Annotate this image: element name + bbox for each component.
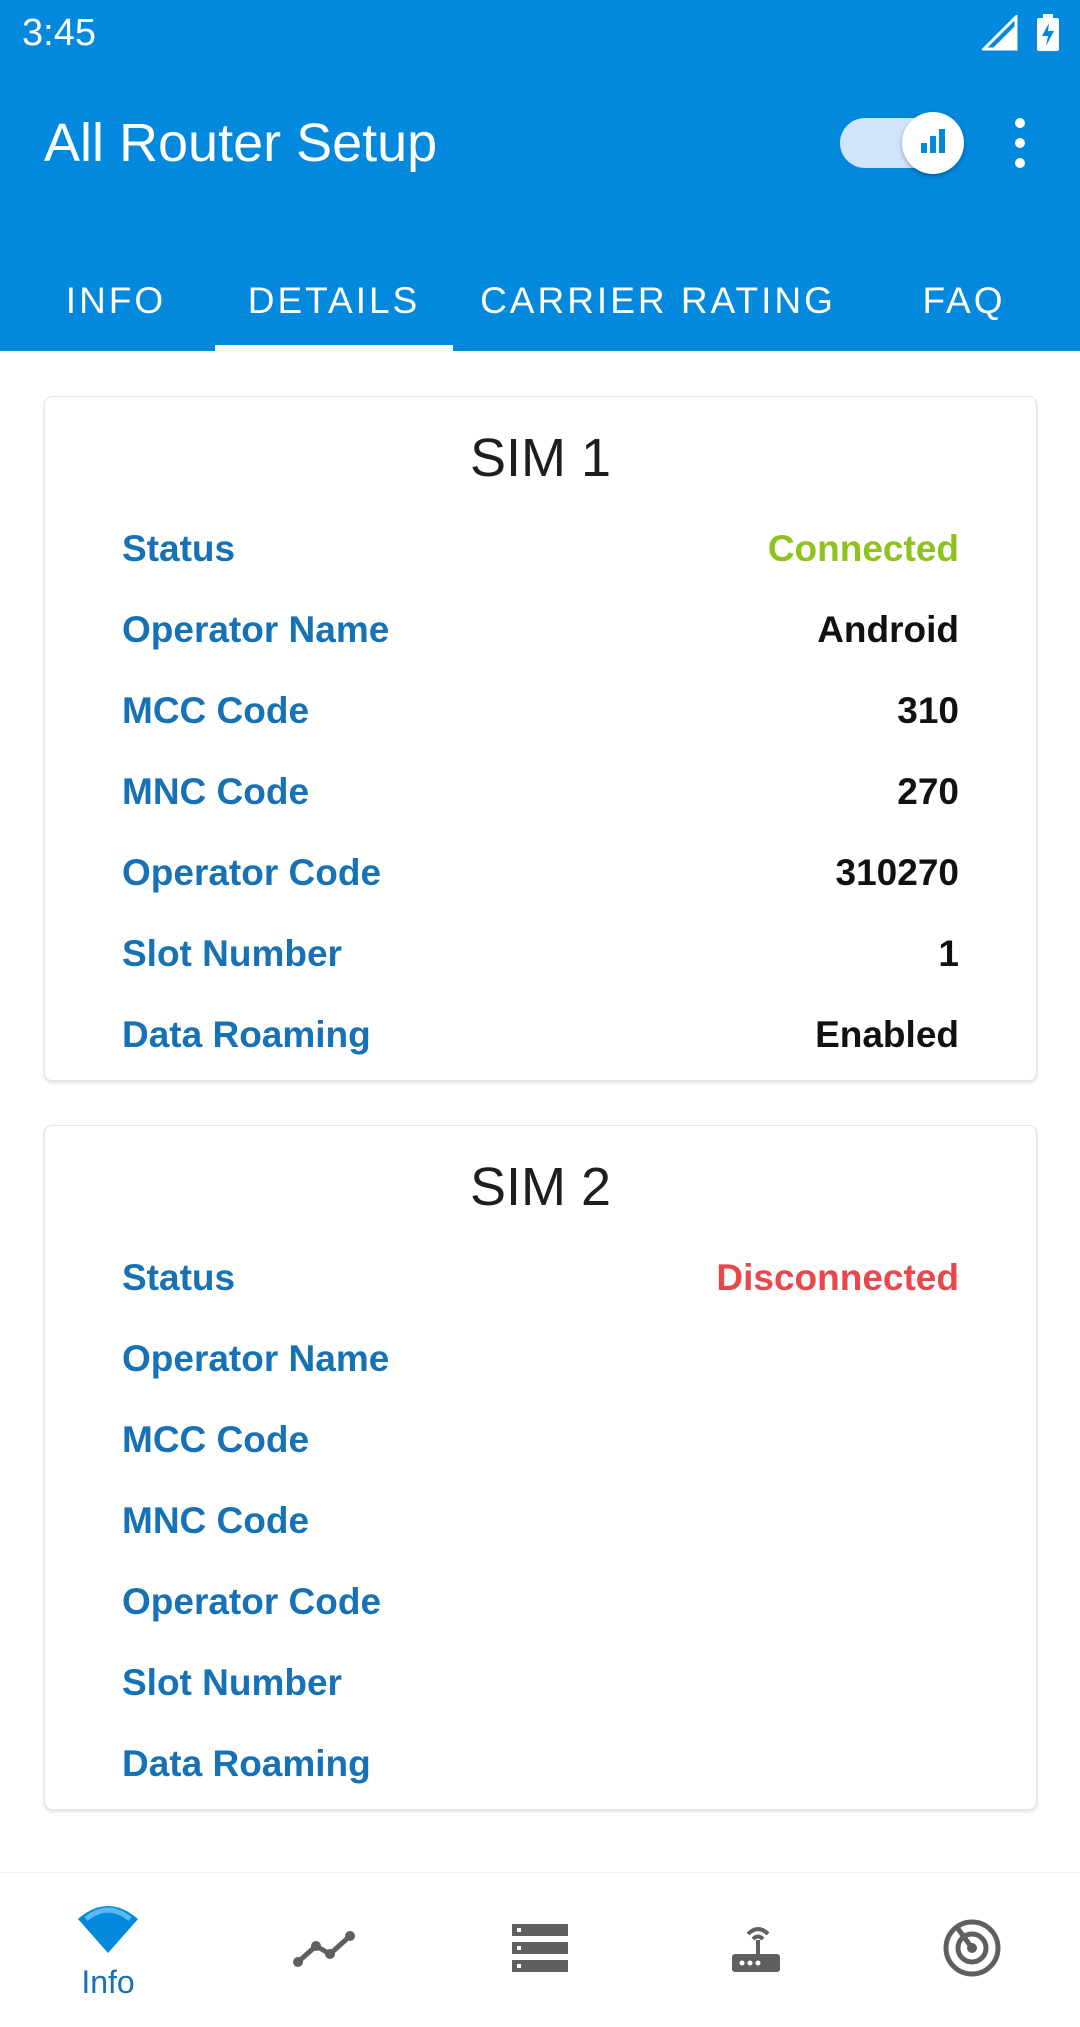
- sim1-row-mnc: MNC Code 270: [122, 762, 959, 822]
- sim2-row-mcc: MCC Code: [122, 1410, 959, 1470]
- sim2-row-slot-number: Slot Number: [122, 1653, 959, 1713]
- tab-faq[interactable]: FAQ: [900, 250, 1028, 351]
- sim1-row-slot-number: Slot Number 1: [122, 924, 959, 984]
- nav-router[interactable]: [648, 1873, 864, 2027]
- nav-radar[interactable]: [864, 1873, 1080, 2027]
- row-label: MNC Code: [122, 1500, 310, 1541]
- sim1-row-data-roaming: Data Roaming Enabled: [122, 1005, 959, 1065]
- row-value: 310: [897, 690, 959, 731]
- toggle-knob[interactable]: [902, 112, 964, 174]
- signal-bars-icon: [917, 125, 949, 162]
- status-icons: [980, 13, 1060, 57]
- radar-icon: [942, 1918, 1002, 1983]
- tab-info[interactable]: INFO: [44, 250, 188, 351]
- sim1-row-operator-code: Operator Code 310270: [122, 843, 959, 903]
- app-bar: 3:45 All Router Setup INFO DETAILS CARRI…: [0, 0, 1080, 351]
- signal-toggle[interactable]: [840, 112, 964, 174]
- row-label: Status: [122, 528, 236, 569]
- status-time: 3:45: [22, 12, 96, 54]
- row-value: 310270: [835, 852, 959, 893]
- row-value: 1: [938, 933, 959, 974]
- sim2-row-operator-name: Operator Name: [122, 1329, 959, 1389]
- row-label: MNC Code: [122, 771, 310, 812]
- row-label: Data Roaming: [122, 1014, 371, 1055]
- nav-chart[interactable]: [216, 1873, 432, 2027]
- sim2-title: SIM 2: [469, 1157, 612, 1217]
- sim1-card: SIM 1 Status Connected Operator Name And…: [44, 396, 1037, 1081]
- row-label: Slot Number: [122, 933, 342, 974]
- wifi-icon: [76, 1899, 140, 1960]
- more-vert-icon[interactable]: [1000, 118, 1040, 168]
- sim1-row-operator-name: Operator Name Android: [122, 600, 959, 660]
- row-label: Operator Name: [122, 609, 390, 650]
- sim1-row-mcc: MCC Code 310: [122, 681, 959, 741]
- nav-info-label: Info: [81, 1964, 135, 2000]
- tab-carrier-rating[interactable]: CARRIER RATING: [478, 250, 838, 351]
- row-label: Status: [122, 1257, 236, 1298]
- cell-signal-icon: [980, 13, 1018, 56]
- sim2-card: SIM 2 Status Disconnected Operator Name …: [44, 1125, 1037, 1810]
- status-value: Connected: [767, 528, 959, 569]
- tab-bar: INFO DETAILS CARRIER RATING FAQ: [0, 250, 1080, 351]
- app-title: All Router Setup: [44, 113, 438, 173]
- nav-list[interactable]: [432, 1873, 648, 2027]
- nav-info[interactable]: Info: [0, 1873, 216, 2027]
- chart-line-icon: [292, 1928, 356, 1973]
- row-value: 270: [897, 771, 959, 812]
- battery-charging-icon: [1036, 14, 1060, 57]
- sim1-row-status: Status Connected: [122, 519, 959, 579]
- sim2-row-data-roaming: Data Roaming: [122, 1734, 959, 1794]
- sim1-title: SIM 1: [469, 428, 612, 488]
- list-icon: [512, 1923, 568, 1977]
- row-label: Operator Code: [122, 852, 382, 893]
- row-label: Operator Name: [122, 1338, 390, 1379]
- tab-details[interactable]: DETAILS: [215, 250, 453, 351]
- bottom-nav: Info: [0, 1872, 1080, 2027]
- row-label: MCC Code: [122, 1419, 310, 1460]
- row-value: Enabled: [815, 1014, 959, 1055]
- sim2-row-status: Status Disconnected: [122, 1248, 959, 1308]
- sim2-row-mnc: MNC Code: [122, 1491, 959, 1551]
- status-value: Disconnected: [716, 1257, 959, 1298]
- row-label: Data Roaming: [122, 1743, 371, 1784]
- row-label: Slot Number: [122, 1662, 342, 1703]
- router-icon: [728, 1920, 784, 1981]
- sim2-row-operator-code: Operator Code: [122, 1572, 959, 1632]
- row-value: Android: [817, 609, 959, 650]
- row-label: Operator Code: [122, 1581, 382, 1622]
- row-label: MCC Code: [122, 690, 310, 731]
